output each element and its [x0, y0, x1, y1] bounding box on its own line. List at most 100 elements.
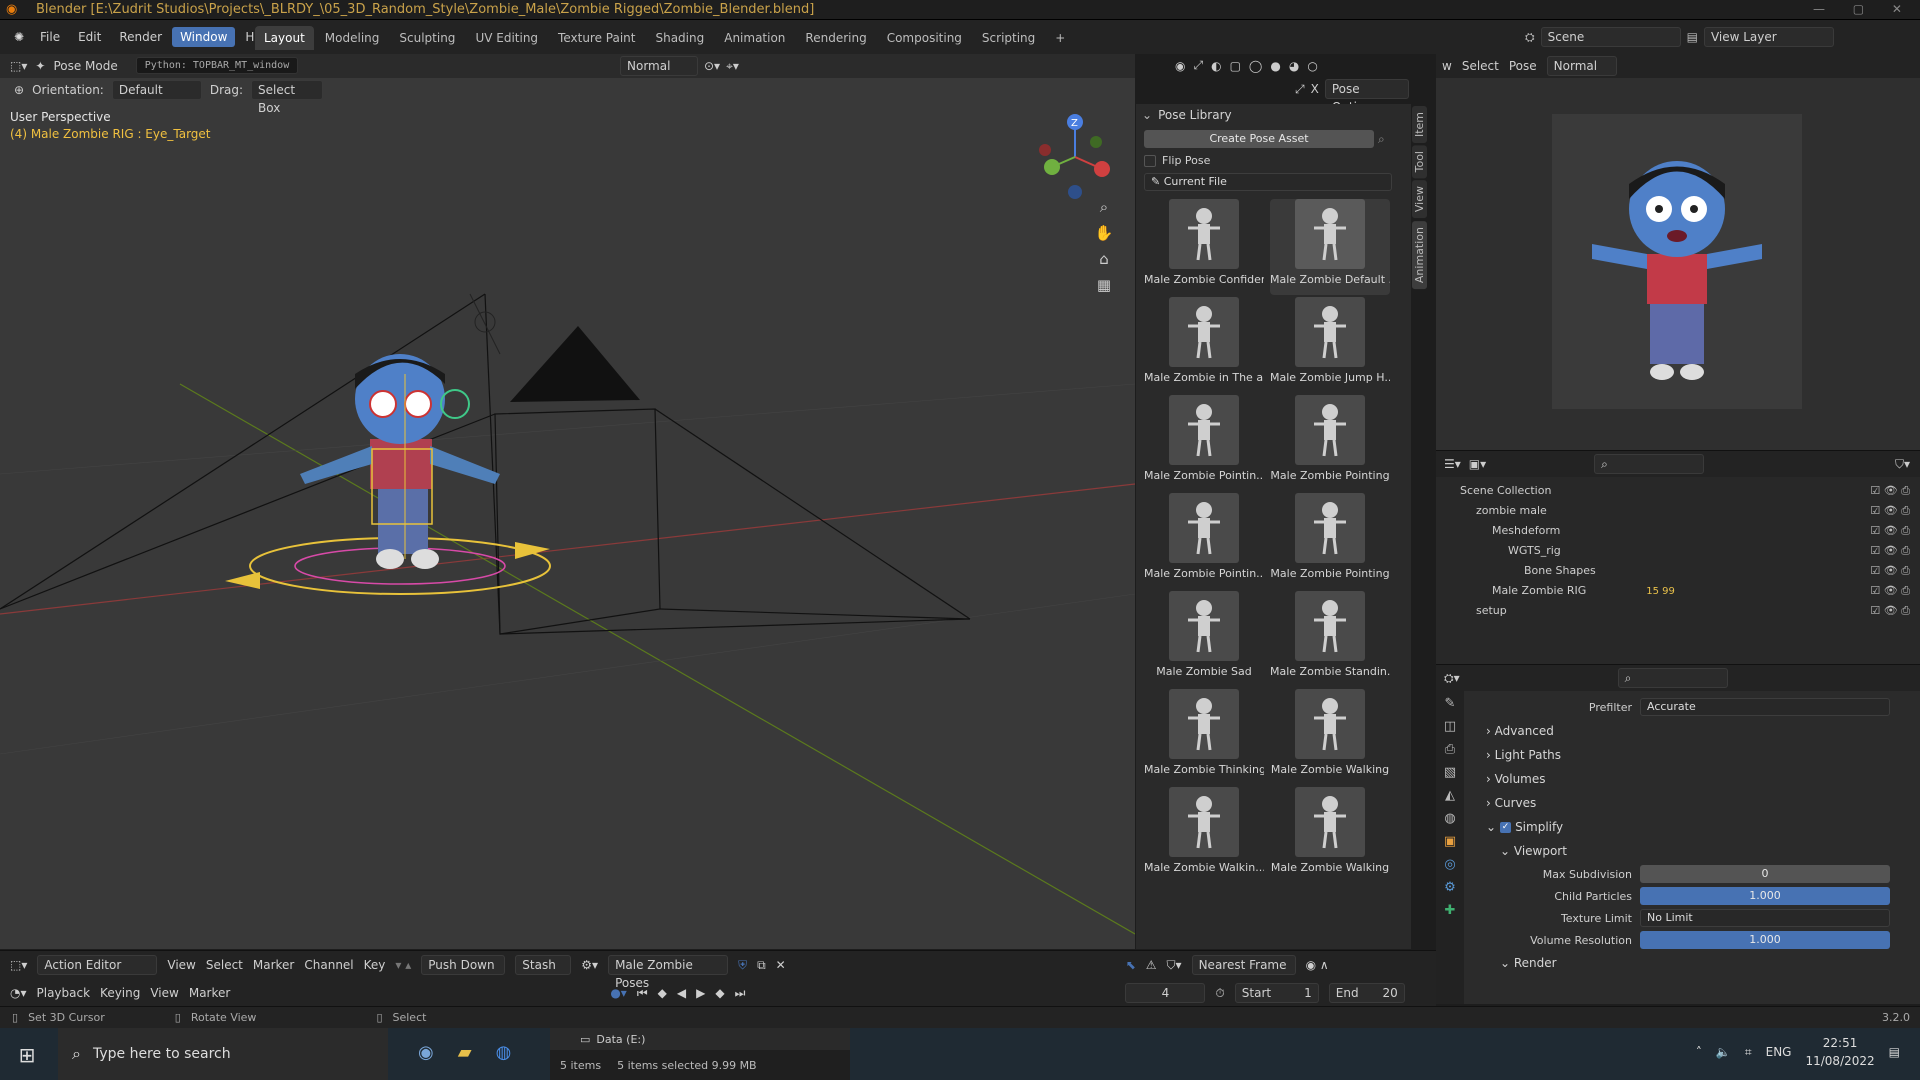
pose-card[interactable]: Male Zombie Walking	[1270, 787, 1390, 883]
notifications-icon[interactable]: ▤	[1889, 1045, 1900, 1059]
filter-icon[interactable]: ⛉▾	[1895, 457, 1910, 472]
pose-card[interactable]: Male Zombie Default ...	[1270, 199, 1390, 295]
section-advanced[interactable]: › Advanced	[1470, 719, 1910, 743]
3d-viewport[interactable]: Z ⌕ ✋ ⌂ ▦ User Perspective (4) Male Zomb…	[0, 54, 1135, 949]
tool-tab-icon[interactable]: ✎	[1445, 696, 1456, 711]
jump-end-icon[interactable]: ⏭	[735, 986, 746, 1001]
pose-tool-icon[interactable]: ⌕	[1378, 132, 1385, 147]
blender-menu-icon[interactable]: ✺	[8, 30, 30, 44]
right-pivot-dropdown[interactable]: Normal	[1546, 56, 1617, 76]
tab-animation[interactable]: Animation	[715, 26, 794, 50]
section-viewport[interactable]: ⌄ Viewport	[1470, 839, 1910, 863]
fake-user-icon[interactable]: ⛨	[738, 958, 747, 973]
menu-pose[interactable]: Pose	[1509, 59, 1537, 73]
tab-uv-editing[interactable]: UV Editing	[466, 26, 547, 50]
section-render[interactable]: ⌄ Render	[1470, 951, 1910, 975]
view-layer-icon[interactable]: ▤	[1687, 30, 1698, 44]
navigation-gizmo[interactable]: Z	[1030, 112, 1120, 202]
play-reverse-icon[interactable]: ◀	[677, 986, 686, 1000]
filter-errors-icon[interactable]: ⚠	[1146, 958, 1157, 972]
pose-card[interactable]: Male Zombie Thinking	[1144, 689, 1264, 785]
x-mirror-icon[interactable]: X	[1311, 82, 1319, 96]
network-icon[interactable]: ⌗	[1745, 1045, 1752, 1060]
pose-card[interactable]: Male Zombie Pointing	[1270, 493, 1390, 589]
rendered-shading-icon[interactable]: ○	[1307, 59, 1317, 73]
tab-layout[interactable]: Layout	[255, 26, 314, 50]
menu-select[interactable]: Select	[1462, 59, 1499, 73]
pose-card[interactable]: Male Zombie in The ai	[1144, 297, 1264, 393]
ae-menu-marker[interactable]: Marker	[253, 958, 294, 972]
constraints-tab-icon[interactable]: ⚙	[1444, 880, 1456, 895]
mode-selector[interactable]: Pose Mode	[53, 59, 117, 73]
fullscreen-icon[interactable]: ⤢	[1295, 82, 1305, 97]
property-value-field[interactable]: 1.000	[1640, 931, 1890, 949]
ae-menu-channel[interactable]: Channel	[304, 958, 353, 972]
scene-tab-icon[interactable]: ◭	[1445, 788, 1455, 803]
perspective-grid-icon[interactable]: ▦	[1092, 272, 1116, 298]
pose-card[interactable]: Male Zombie Pointing	[1270, 395, 1390, 491]
tab-texture-paint[interactable]: Texture Paint	[549, 26, 644, 50]
overlay-toggle-icon[interactable]: ◐	[1211, 59, 1221, 73]
outliner-row[interactable]: setup ☑ 👁 ⎙	[1436, 601, 1920, 621]
physics-tab-icon[interactable]: ◎	[1444, 857, 1455, 872]
taskbar-search[interactable]: ⌕ Type here to search	[58, 1028, 388, 1080]
only-selected-icon[interactable]: ⬉	[1126, 958, 1136, 972]
language-label[interactable]: ENG	[1766, 1045, 1792, 1059]
editor-mode-dropdown[interactable]: Action Editor	[37, 955, 158, 975]
windows-start-icon[interactable]: ⊞	[14, 1042, 40, 1068]
section-curves[interactable]: › Curves	[1470, 791, 1910, 815]
camera-view-icon[interactable]: ⌂	[1092, 246, 1116, 272]
dopesheet-icon[interactable]: ⬚▾	[10, 958, 27, 972]
visibility-toggles[interactable]: ☑ 👁 ⎙	[1870, 601, 1910, 621]
tab-shading[interactable]: Shading	[646, 26, 713, 50]
pose-card[interactable]: Male Zombie Sad	[1144, 591, 1264, 687]
world-tab-icon[interactable]: ◍	[1444, 811, 1455, 826]
flip-pose-checkbox[interactable]	[1144, 154, 1156, 167]
tab-view[interactable]: View	[1412, 180, 1427, 219]
menu-render[interactable]: Render	[111, 27, 170, 47]
property-value-field[interactable]: 1.000	[1640, 887, 1890, 905]
section-light-paths[interactable]: › Light Paths	[1470, 743, 1910, 767]
record-icon[interactable]: ●▾	[610, 986, 627, 1000]
proportional-icon[interactable]: ◉ ∧	[1306, 958, 1329, 972]
tab-item[interactable]: Item	[1412, 106, 1427, 144]
outliner-row[interactable]: WGTS_rig ☑ 👁 ⎙	[1436, 541, 1920, 561]
clock[interactable]: 22:51 11/08/2022	[1805, 1034, 1874, 1070]
volume-icon[interactable]: 🔈	[1716, 1045, 1731, 1059]
unlink-action-icon[interactable]: ✕	[776, 958, 786, 972]
display-mode-icon[interactable]: ▣▾	[1469, 457, 1486, 471]
outliner-row[interactable]: zombie male ☑ 👁 ⎙	[1436, 501, 1920, 521]
tl-menu-marker[interactable]: Marker	[189, 986, 230, 1000]
action-selector[interactable]: Male Zombie Poses	[608, 955, 729, 990]
pivot-dropdown[interactable]: Normal	[620, 56, 698, 76]
scene-field[interactable]: Scene	[1540, 27, 1681, 47]
next-keyframe-icon[interactable]: ◆	[715, 986, 724, 1000]
collapse-icon[interactable]: ⌄	[1142, 108, 1152, 122]
ae-menu-key[interactable]: Key	[364, 958, 386, 972]
obs-app-icon[interactable]: ◉	[418, 1042, 434, 1063]
visibility-toggles[interactable]: ☑ 👁 ⎙	[1870, 501, 1910, 521]
visibility-toggles[interactable]: ☑ 👁 ⎙	[1870, 521, 1910, 541]
jump-start-icon[interactable]: ⏮	[637, 986, 648, 1001]
file-explorer-icon[interactable]: ▰	[458, 1042, 472, 1063]
duplicate-action-icon[interactable]: ⧉	[757, 958, 766, 973]
outliner-row[interactable]: Bone Shapes ☑ 👁 ⎙	[1436, 561, 1920, 581]
push-down-button[interactable]: Push Down	[421, 955, 506, 975]
outliner-row[interactable]: Meshdeform ☑ 👁 ⎙	[1436, 521, 1920, 541]
pose-card[interactable]: Male Zombie Walkin...	[1144, 787, 1264, 883]
property-value-field[interactable]: 0	[1640, 865, 1890, 883]
visibility-toggles[interactable]: ☑ 👁 ⎙	[1870, 541, 1910, 561]
object-tab-icon[interactable]: ▣	[1444, 834, 1456, 849]
tl-menu-playback[interactable]: Playback	[37, 986, 91, 1000]
stopwatch-icon[interactable]: ⏱	[1215, 986, 1224, 1001]
solid-shading-icon[interactable]: ●	[1270, 59, 1280, 73]
outliner-row[interactable]: Male Zombie RIG ☑ 👁 ⎙ 15 99	[1436, 581, 1920, 601]
snap-icon[interactable]: ⌖▾	[726, 59, 739, 74]
properties-editor-icon[interactable]: ⛭▾	[1444, 671, 1460, 686]
menu-file[interactable]: File	[32, 27, 68, 47]
orientation-dropdown[interactable]: Default	[111, 80, 202, 100]
outliner-editor-icon[interactable]: ☰▾	[1444, 457, 1461, 471]
pose-card[interactable]: Male Zombie Standin...	[1270, 591, 1390, 687]
asset-library-dropdown[interactable]: ✎ Current File	[1144, 173, 1392, 191]
chrome-app-icon[interactable]: ◍	[496, 1042, 512, 1063]
